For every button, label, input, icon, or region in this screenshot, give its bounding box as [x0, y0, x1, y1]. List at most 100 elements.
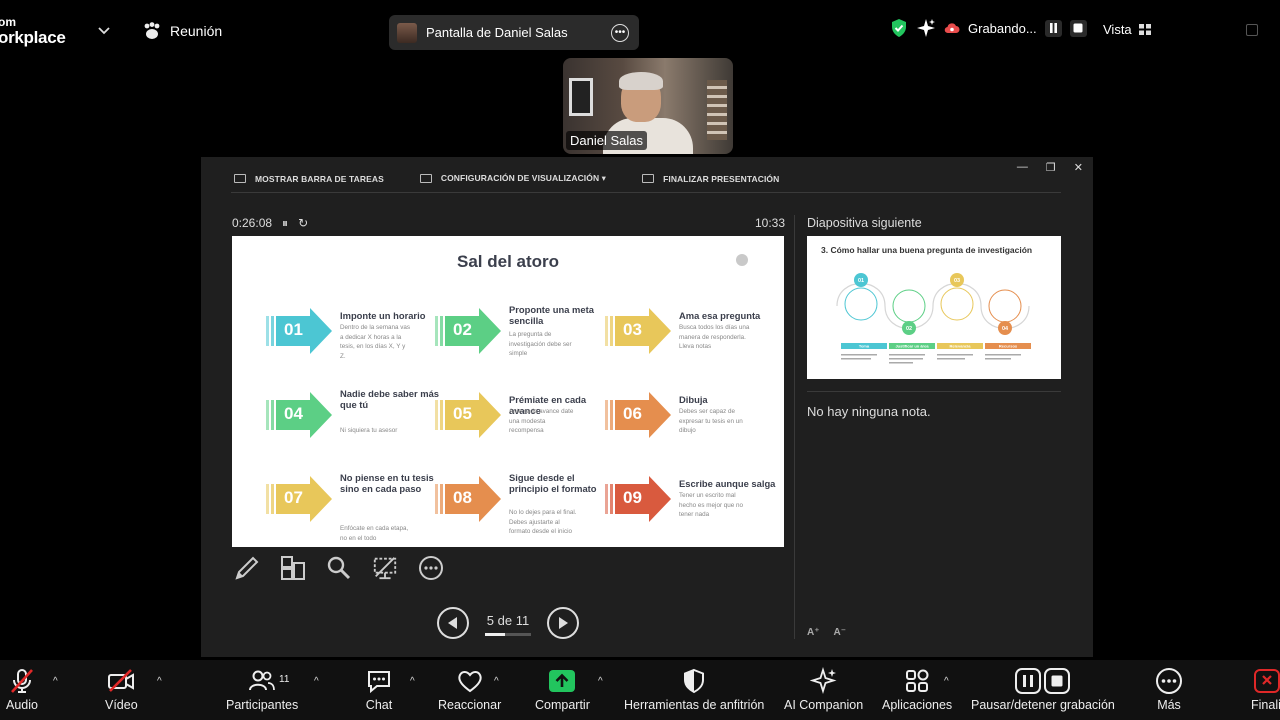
step-description: Dentro de la semana vas a dedicar X hora…	[340, 324, 411, 360]
end-slideshow-button[interactable]: FINALIZAR PRESENTACIÓN	[642, 173, 779, 184]
step-heading: Dibuja	[679, 394, 708, 405]
apps-options-caret[interactable]: ^	[944, 676, 949, 687]
step-arrow: 08	[435, 476, 501, 522]
see-all-slides-button[interactable]	[280, 555, 306, 581]
chat-options-caret[interactable]: ^	[410, 676, 415, 687]
display-settings-icon	[419, 174, 432, 183]
black-screen-button[interactable]	[372, 555, 398, 581]
next-slide-preview[interactable]: 3. Cómo hallar una buena pregunta de inv…	[807, 236, 1061, 379]
stop-recording-icon	[1044, 668, 1071, 694]
next-slide-label: Diapositiva siguiente	[807, 216, 922, 230]
share-options-caret[interactable]: ^	[598, 676, 603, 687]
step-number: 06	[623, 404, 642, 423]
apps-button[interactable]: Aplicaciones	[882, 666, 952, 712]
current-slide: Sal del atoro 01 Imponte un horario Dentro…	[232, 236, 784, 547]
ai-companion-label: AI Companion	[784, 698, 864, 712]
minimize-button[interactable]: —	[1017, 161, 1028, 174]
end-meeting-button[interactable]: Finali	[1251, 666, 1280, 712]
step-number: 09	[623, 488, 642, 507]
step-label: Relevancia	[950, 344, 972, 349]
ai-companion-button[interactable]: AI Companion	[784, 666, 863, 712]
zoom-button[interactable]	[326, 555, 352, 581]
step-description: Ni siquiera tu asesor	[340, 427, 398, 434]
screen-share-indicator[interactable]: Pantalla de Daniel Salas •••	[389, 15, 639, 50]
slide-title: Sal del atoro	[456, 252, 560, 271]
increase-font-icon[interactable]: A⁺	[807, 627, 820, 638]
step-heading: No piense en tu tesis sino en cada paso	[340, 472, 434, 494]
step-number: 08	[453, 488, 472, 507]
step-item: 05 Prémiate en cada avance Ante cada avanc…	[435, 392, 610, 462]
close-button[interactable]: ✕	[1074, 161, 1083, 174]
page-indicator[interactable]: 5 de 11	[485, 613, 531, 636]
next-slide-diagram: 01 02 03 04 Tema Justificar un área Rele…	[836, 273, 1031, 364]
step-item: 07 No piense en tu tesis sino en cada pas…	[266, 472, 441, 546]
step-label: Tema	[859, 344, 870, 349]
host-tools-button[interactable]: Herramientas de anfitrión	[624, 666, 764, 712]
video-options-caret[interactable]: ^	[157, 676, 162, 687]
microphone-muted-icon	[11, 669, 33, 693]
chat-button[interactable]: Chat	[365, 666, 393, 712]
pause-timer-icon[interactable]: ⏸	[282, 216, 288, 231]
grid-view-icon	[1138, 24, 1151, 35]
step-number: 02	[453, 320, 472, 339]
share-arrow-icon	[549, 670, 576, 692]
audio-options-caret[interactable]: ^	[53, 676, 58, 687]
pen-icon	[235, 556, 259, 580]
ai-sparkle-icon[interactable]	[916, 18, 936, 38]
display-settings-label: CONFIGURACIÓN DE VISUALIZACIÓN ▾	[440, 173, 607, 183]
video-label: Vídeo	[105, 698, 138, 712]
maximize-button[interactable]: ❐	[1046, 161, 1056, 174]
security-shield-icon[interactable]	[890, 18, 908, 38]
participants-options-caret[interactable]: ^	[314, 676, 319, 687]
step-item: 06 Dibuja Debes ser capaz de expresar tu t…	[605, 392, 780, 462]
end-meeting-icon	[1254, 669, 1280, 693]
previous-slide-button[interactable]	[437, 607, 469, 639]
more-slide-options-button[interactable]	[418, 555, 444, 581]
more-icon	[419, 556, 443, 580]
next-slide-button[interactable]	[547, 607, 579, 639]
participant-video[interactable]: Daniel Salas	[563, 58, 733, 154]
show-taskbar-button[interactable]: MOSTRAR BARRA DE TAREAS	[234, 173, 384, 184]
pen-tool-button[interactable]	[234, 555, 260, 581]
more-options-icon[interactable]: •••	[611, 23, 629, 42]
step-heading: Imponte un horario	[340, 310, 426, 321]
stop-icon	[1073, 23, 1083, 33]
step-description: La pregunta de investigación debe ser si…	[509, 331, 572, 357]
elapsed-time: 0:26:08	[232, 216, 273, 230]
window-restore-button[interactable]	[1246, 24, 1258, 36]
pause-stop-recording-label: Pausar/detener grabación	[971, 698, 1115, 712]
apps-label: Aplicaciones	[882, 698, 953, 712]
step-heading: Nadie debe saber más que tú	[340, 388, 440, 410]
view-button[interactable]: Vista	[1103, 22, 1151, 37]
presenter-toolbar: MOSTRAR BARRA DE TAREAS CONFIGURACIÓN DE…	[234, 173, 779, 184]
step-arrow: 07	[266, 476, 332, 522]
pause-icon	[1049, 23, 1057, 33]
step-number: 04	[284, 404, 303, 423]
video-button[interactable]: Vídeo	[105, 666, 138, 712]
participants-label: Participantes	[226, 698, 299, 712]
pause-recording-button[interactable]	[1044, 19, 1062, 37]
participants-paw-icon	[144, 22, 160, 39]
heart-icon	[457, 671, 482, 693]
recording-label: Grabando...	[968, 20, 1037, 36]
chevron-down-icon[interactable]	[98, 22, 110, 38]
step-item: 01 Imponte un horario Dentro de la semana …	[266, 308, 441, 378]
share-screen-button[interactable]: Compartir	[535, 666, 590, 712]
pause-stop-recording-button[interactable]: Pausar/detener grabación	[971, 666, 1115, 712]
step-arrow: 06	[605, 392, 671, 438]
reactions-options-caret[interactable]: ^	[494, 676, 499, 687]
meeting-info-button[interactable]: Reunión	[142, 22, 222, 40]
restart-timer-icon[interactable]: ↻	[298, 216, 308, 231]
display-settings-button[interactable]: CONFIGURACIÓN DE VISUALIZACIÓN ▾	[419, 173, 607, 184]
participant-name: Daniel Salas	[566, 131, 647, 150]
apps-grid-icon	[906, 669, 929, 692]
decrease-font-icon[interactable]: A⁻	[834, 627, 847, 638]
audio-button[interactable]: Audio	[6, 666, 38, 712]
participants-button[interactable]: Participantes	[226, 666, 298, 712]
step-item: 08 Sigue desde el principio el formato No …	[435, 472, 610, 546]
notes-font-controls: A⁺ A⁻	[807, 627, 846, 638]
stop-recording-button[interactable]	[1069, 19, 1087, 37]
reactions-button[interactable]: Reaccionar	[438, 666, 501, 712]
more-dots-icon	[1156, 668, 1182, 694]
more-button[interactable]: Más	[1155, 666, 1183, 712]
